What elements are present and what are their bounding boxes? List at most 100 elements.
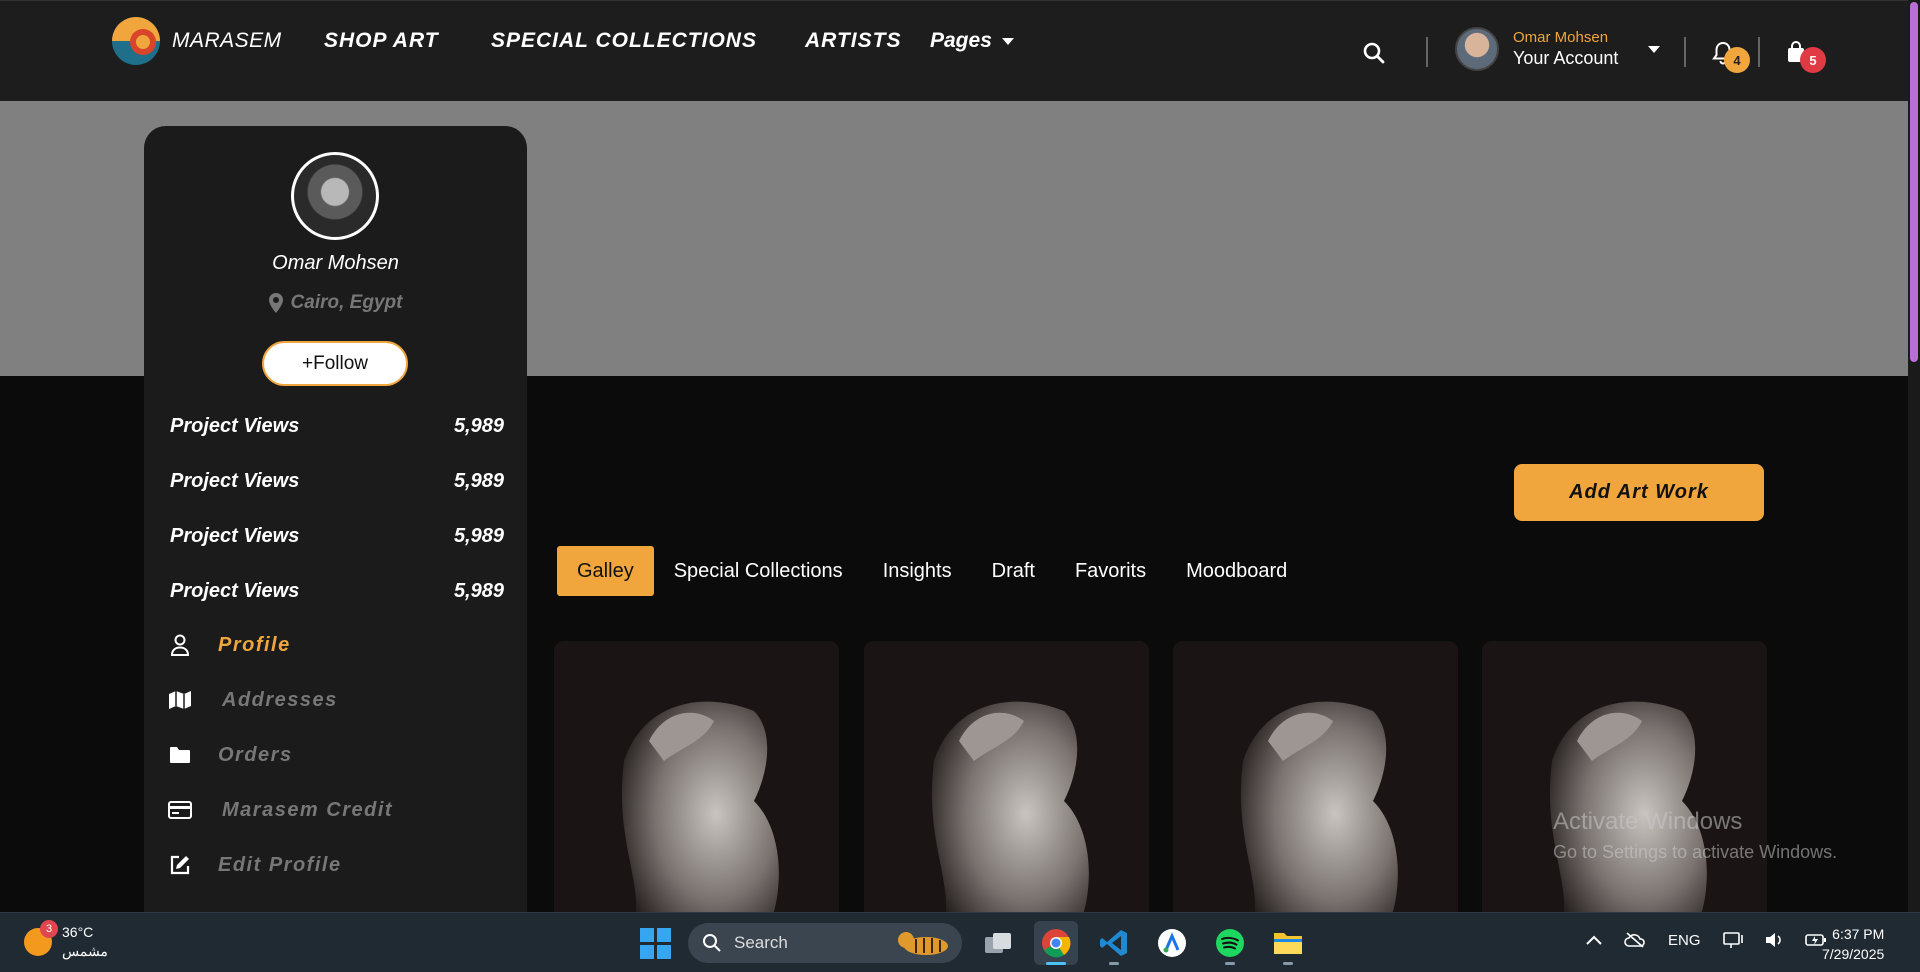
nav-divider bbox=[1684, 37, 1686, 67]
artwork-card[interactable] bbox=[864, 641, 1149, 926]
nav-shop-art[interactable]: SHOP ART bbox=[324, 29, 439, 53]
sidebar-item-label: Profile bbox=[218, 633, 291, 656]
nav-special-collections[interactable]: SPECIAL COLLECTIONS bbox=[491, 29, 757, 53]
nav-pages-label: Pages bbox=[930, 29, 992, 52]
sculpture-artwork-image bbox=[554, 641, 839, 926]
sidebar-item-profile[interactable]: Profile bbox=[168, 633, 291, 657]
sidebar-item-addresses[interactable]: Addresses bbox=[168, 688, 338, 712]
artwork-card[interactable] bbox=[554, 641, 839, 926]
sidebar-item-edit-profile[interactable]: Edit Profile bbox=[168, 853, 342, 877]
sidebar-item-label: Orders bbox=[218, 743, 293, 766]
tab-favorits[interactable]: Favorits bbox=[1055, 546, 1166, 596]
watermark-subtitle: Go to Settings to activate Windows. bbox=[1553, 842, 1838, 862]
stat-row: Project Views 5,989 bbox=[170, 415, 504, 438]
sidebar-item-label: Edit Profile bbox=[218, 853, 342, 876]
artwork-card[interactable] bbox=[1482, 641, 1767, 926]
activate-windows-watermark: Activate Windows Go to Settings to activ… bbox=[1553, 808, 1837, 863]
follow-button[interactable]: +Follow bbox=[262, 341, 408, 386]
temperature: 36°C bbox=[62, 924, 94, 940]
screen: MARASEM SHOP ART SPECIAL COLLECTIONS ART… bbox=[0, 0, 1920, 972]
location-pin-icon bbox=[268, 293, 283, 313]
stat-value: 5,989 bbox=[453, 525, 504, 547]
weather-condition: مشمس bbox=[62, 943, 108, 959]
add-art-work-button[interactable]: Add Art Work bbox=[1514, 464, 1764, 521]
volume-icon[interactable] bbox=[1765, 932, 1783, 948]
stat-label: Project Views bbox=[170, 470, 300, 492]
sculpture-artwork-image bbox=[1173, 641, 1458, 926]
tab-galley[interactable]: Galley bbox=[557, 546, 654, 596]
account-label: Your Account bbox=[1513, 48, 1619, 68]
stat-row: Project Views 5,989 bbox=[170, 580, 504, 603]
weather-widget[interactable]: 3 36°C مشمس bbox=[24, 920, 108, 961]
chrome-icon[interactable] bbox=[1034, 921, 1078, 965]
stat-value: 5,989 bbox=[453, 415, 504, 437]
map-icon bbox=[168, 688, 192, 712]
search-icon bbox=[703, 934, 721, 952]
stat-value: 5,989 bbox=[453, 470, 504, 492]
network-icon[interactable] bbox=[1722, 931, 1743, 949]
cart-count-badge: 5 bbox=[1800, 47, 1826, 73]
sun-icon: 3 bbox=[24, 920, 58, 956]
chevron-up-icon[interactable] bbox=[1586, 935, 1602, 945]
sidebar-item-orders[interactable]: Orders bbox=[168, 743, 293, 767]
sidebar-item-label: Marasem Credit bbox=[222, 798, 394, 821]
notification-count-badge: 4 bbox=[1724, 47, 1750, 73]
profile-location-text: Cairo, Egypt bbox=[290, 292, 403, 313]
nav-pages-dropdown[interactable]: Pages bbox=[930, 29, 1014, 53]
tab-special-collections[interactable]: Special Collections bbox=[654, 546, 863, 596]
profile-name: Omar Mohsen bbox=[272, 252, 399, 274]
nav-artists[interactable]: ARTISTS bbox=[805, 29, 901, 53]
profile-location: Cairo, Egypt bbox=[144, 292, 527, 314]
sculpture-artwork-image bbox=[1482, 641, 1767, 926]
vscode-icon[interactable] bbox=[1092, 921, 1136, 965]
brand-logo-link[interactable]: MARASEM bbox=[112, 17, 282, 65]
language-indicator[interactable]: ENG bbox=[1668, 932, 1701, 949]
user-icon bbox=[168, 633, 192, 657]
system-tray: ENG bbox=[1586, 931, 1827, 949]
brand-name: MARASEM bbox=[172, 29, 282, 52]
marasem-logo-icon bbox=[112, 17, 160, 65]
watermark-title: Activate Windows bbox=[1553, 808, 1743, 835]
account-menu[interactable]: Omar Mohsen Your Account bbox=[1455, 27, 1661, 71]
folder-icon bbox=[168, 743, 192, 767]
chevron-down-icon bbox=[1001, 37, 1014, 45]
tab-moodboard[interactable]: Moodboard bbox=[1166, 546, 1307, 596]
edit-icon bbox=[168, 853, 192, 877]
profile-sidebar: Omar Mohsen Cairo, Egypt +Follow Project… bbox=[144, 126, 527, 926]
search-icon[interactable] bbox=[1362, 41, 1386, 70]
tab-draft[interactable]: Draft bbox=[972, 546, 1055, 596]
weather-badge: 3 bbox=[40, 920, 58, 938]
sidebar-item-marasem-credit[interactable]: Marasem Credit bbox=[168, 798, 393, 822]
taskbar-clock[interactable]: 6:37 PM 7/29/2025 bbox=[1822, 924, 1884, 964]
tab-insights[interactable]: Insights bbox=[863, 546, 972, 596]
nav-divider bbox=[1758, 37, 1760, 67]
sculpture-artwork-image bbox=[864, 641, 1149, 926]
task-view-icon[interactable] bbox=[976, 921, 1020, 965]
stat-label: Project Views bbox=[170, 525, 300, 547]
spotify-icon[interactable] bbox=[1208, 921, 1252, 965]
taskbar-search-placeholder: Search bbox=[734, 933, 788, 952]
tiger-icon bbox=[898, 932, 948, 955]
scrollbar-thumb[interactable] bbox=[1910, 2, 1918, 362]
gallery-tabs: Galley Special Collections Insights Draf… bbox=[557, 546, 1307, 596]
nav-divider bbox=[1426, 37, 1428, 67]
sidebar-item-label: Addresses bbox=[222, 688, 338, 711]
stat-label: Project Views bbox=[170, 415, 300, 437]
profile-avatar bbox=[291, 152, 379, 240]
taskbar-search[interactable]: Search bbox=[688, 923, 962, 963]
credit-card-icon bbox=[168, 798, 192, 822]
chevron-down-icon bbox=[1648, 45, 1661, 53]
stat-row: Project Views 5,989 bbox=[170, 525, 504, 548]
google-ads-icon[interactable] bbox=[1150, 921, 1194, 965]
clock-date: 7/29/2025 bbox=[1822, 946, 1885, 962]
onedrive-offline-icon[interactable] bbox=[1624, 932, 1646, 948]
windows-start-icon[interactable] bbox=[636, 924, 674, 962]
artwork-card[interactable] bbox=[1173, 641, 1458, 926]
file-explorer-icon[interactable] bbox=[1266, 921, 1310, 965]
clock-time: 6:37 PM bbox=[1832, 926, 1885, 942]
top-navbar: MARASEM SHOP ART SPECIAL COLLECTIONS ART… bbox=[0, 0, 1908, 101]
stat-label: Project Views bbox=[170, 580, 300, 602]
stat-value: 5,989 bbox=[453, 580, 504, 602]
stat-row: Project Views 5,989 bbox=[170, 470, 504, 493]
account-name: Omar Mohsen bbox=[1513, 29, 1609, 46]
